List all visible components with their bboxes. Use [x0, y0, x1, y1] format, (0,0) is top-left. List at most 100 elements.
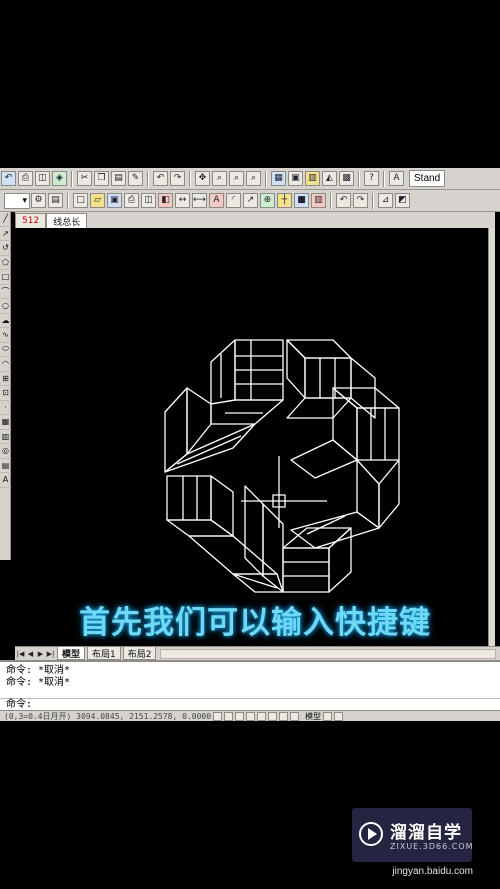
- revcloud-tool-icon[interactable]: ☁: [0, 314, 11, 328]
- markup-icon[interactable]: ◭: [322, 171, 337, 186]
- textstyle-icon[interactable]: A: [389, 171, 404, 186]
- ducs-toggle[interactable]: [279, 711, 289, 721]
- next-tab-icon[interactable]: ▶: [36, 649, 45, 659]
- cad-block-bottom-left: [166, 475, 278, 575]
- linear-dim-icon[interactable]: ⟷: [192, 193, 207, 208]
- dimension-icon[interactable]: ↔: [175, 193, 190, 208]
- line-tool-icon[interactable]: ╱: [0, 212, 11, 227]
- crosshair-cursor: [241, 456, 327, 528]
- gradient-tool-icon[interactable]: ▥: [0, 430, 11, 444]
- zoom-realtime-icon[interactable]: ⌕: [212, 171, 227, 186]
- tab-layout1[interactable]: 布局1: [87, 647, 121, 660]
- color-icon[interactable]: ■: [294, 193, 309, 208]
- calculator-icon[interactable]: ▩: [339, 171, 354, 186]
- polar-toggle[interactable]: [246, 711, 256, 721]
- document-tabs: 512 线总长: [15, 212, 495, 228]
- layers-toolbar: ▾ ⚙ ▤ □ ▱ ▣ ⎙ ◫ ◧ ↔ ⟷ A ◜ ↗ ⊕ ┼ ■ ▥ ↶ ↷ …: [0, 190, 500, 212]
- rectangle-tool-icon[interactable]: □: [0, 270, 11, 285]
- hatch-tool-icon[interactable]: ▦: [0, 415, 11, 430]
- pan-icon[interactable]: ✥: [195, 171, 210, 186]
- point-tool-icon[interactable]: ·: [0, 401, 11, 415]
- layer-dropdown[interactable]: ▾: [4, 192, 30, 209]
- draw-toolbar: ╱ ↗ ↺ ⬠ □ ⌒ ○ ☁ ∿ ⬭ ◠ ⊞ ⊡ · ▦ ▥ ◎ ▤ A: [0, 212, 11, 560]
- otrack-toggle[interactable]: [268, 711, 278, 721]
- prev-tab-icon[interactable]: ◀: [26, 649, 35, 659]
- layerstate-icon[interactable]: ▤: [48, 193, 63, 208]
- first-tab-icon[interactable]: |◀: [16, 649, 25, 659]
- circle-tool-icon[interactable]: ○: [0, 299, 11, 314]
- table-tool-icon[interactable]: ▤: [0, 459, 11, 473]
- tab-512[interactable]: 512: [15, 213, 47, 228]
- publish2-icon[interactable]: ◧: [158, 193, 173, 208]
- area-icon[interactable]: ◩: [395, 193, 410, 208]
- designcenter-icon[interactable]: ▣: [288, 171, 303, 186]
- arc-tool-icon[interactable]: ⌒: [0, 285, 11, 299]
- construction-line-tool-icon[interactable]: ↗: [0, 227, 11, 241]
- viewport-icon[interactable]: [334, 711, 344, 721]
- undo2-icon[interactable]: ↶: [153, 171, 168, 186]
- watermark-title: 溜溜自学: [390, 823, 462, 843]
- make-block-tool-icon[interactable]: ⊡: [0, 386, 11, 401]
- cad-block-top-right: [286, 339, 376, 419]
- tolerance-icon[interactable]: ⊕: [260, 193, 275, 208]
- aligned-dim-icon[interactable]: A: [209, 193, 224, 208]
- leader-icon[interactable]: ↗: [243, 193, 258, 208]
- watermark-subtitle: ZIXUE.3D66.COM: [390, 842, 474, 851]
- open-icon[interactable]: ▱: [90, 193, 105, 208]
- dyn-toggle[interactable]: [290, 711, 300, 721]
- radius-dim-icon[interactable]: ◜: [226, 193, 241, 208]
- text-style-dropdown[interactable]: Stand: [409, 170, 446, 187]
- save-icon[interactable]: ▣: [107, 193, 122, 208]
- last-tab-icon[interactable]: ▶|: [46, 649, 55, 659]
- properties-icon[interactable]: ▦: [271, 171, 286, 186]
- cad-block-top-left: [210, 339, 284, 425]
- undo-icon[interactable]: ↶: [1, 171, 16, 186]
- redo-icon[interactable]: ↷: [170, 171, 185, 186]
- zoom-window-icon[interactable]: ⌕: [229, 171, 244, 186]
- print-icon[interactable]: ⎙: [18, 171, 33, 186]
- ellipse-arc-tool-icon[interactable]: ◠: [0, 357, 11, 372]
- plot-icon[interactable]: ⎙: [124, 193, 139, 208]
- text-tool-icon[interactable]: A: [0, 473, 11, 488]
- polygon-tool-icon[interactable]: ⬠: [0, 256, 11, 270]
- preview2-icon[interactable]: ◫: [141, 193, 156, 208]
- insert-block-tool-icon[interactable]: ⊞: [0, 372, 11, 386]
- grid-toggle[interactable]: [224, 711, 234, 721]
- vertical-scrollbar[interactable]: [488, 228, 495, 646]
- polyline-tool-icon[interactable]: ↺: [0, 241, 11, 256]
- region-tool-icon[interactable]: ◎: [0, 444, 11, 459]
- undo3-icon[interactable]: ↶: [336, 193, 351, 208]
- command-window: 命令: *取消* 命令: *取消* 命令:: [0, 660, 500, 710]
- tab-layout2[interactable]: 布局2: [122, 647, 157, 660]
- distance-icon[interactable]: ⊿: [378, 193, 393, 208]
- layerprops-icon[interactable]: ⚙: [31, 193, 46, 208]
- center-mark-icon[interactable]: ┼: [277, 193, 292, 208]
- horizontal-scrollbar[interactable]: [160, 648, 496, 659]
- watermark-badge: 溜溜自学 ZIXUE.3D66.COM: [352, 808, 474, 862]
- copy-icon[interactable]: ❐: [94, 171, 109, 186]
- preview-icon[interactable]: ◫: [35, 171, 50, 186]
- toolpalette-icon[interactable]: ▥: [305, 171, 320, 186]
- new-icon[interactable]: □: [73, 193, 88, 208]
- snap-toggle[interactable]: [213, 711, 223, 721]
- status-bar: (0,3=0.4日月开) 3094.0845, 2151.2578, 0.000…: [0, 710, 500, 721]
- osnap-toggle[interactable]: [257, 711, 267, 721]
- redo3-icon[interactable]: ↷: [353, 193, 368, 208]
- ellipse-tool-icon[interactable]: ⬭: [0, 343, 11, 357]
- matchprop-icon[interactable]: ✎: [128, 171, 143, 186]
- paste-icon[interactable]: ▤: [111, 171, 126, 186]
- model-canvas[interactable]: [15, 228, 495, 646]
- match-icon[interactable]: ▥: [311, 193, 326, 208]
- tab-line-total[interactable]: 线总长: [46, 213, 88, 228]
- ortho-toggle[interactable]: [235, 711, 245, 721]
- coordinate-readout: (0,3=0.4日月开) 3094.0845, 2151.2578, 0.000…: [4, 711, 212, 721]
- status-model-button[interactable]: 模型: [305, 711, 321, 721]
- tab-model[interactable]: 模型: [57, 647, 86, 660]
- spline-tool-icon[interactable]: ∿: [0, 328, 11, 343]
- zoom-previous-icon[interactable]: ⌕: [246, 171, 261, 186]
- publish-icon[interactable]: ◈: [52, 171, 67, 186]
- help-icon[interactable]: ?: [364, 171, 379, 186]
- layout-icon[interactable]: [323, 711, 333, 721]
- drawing-area: 512 线总长 首先我们可以输入快捷键: [15, 212, 495, 660]
- cut-icon[interactable]: ✂: [77, 171, 92, 186]
